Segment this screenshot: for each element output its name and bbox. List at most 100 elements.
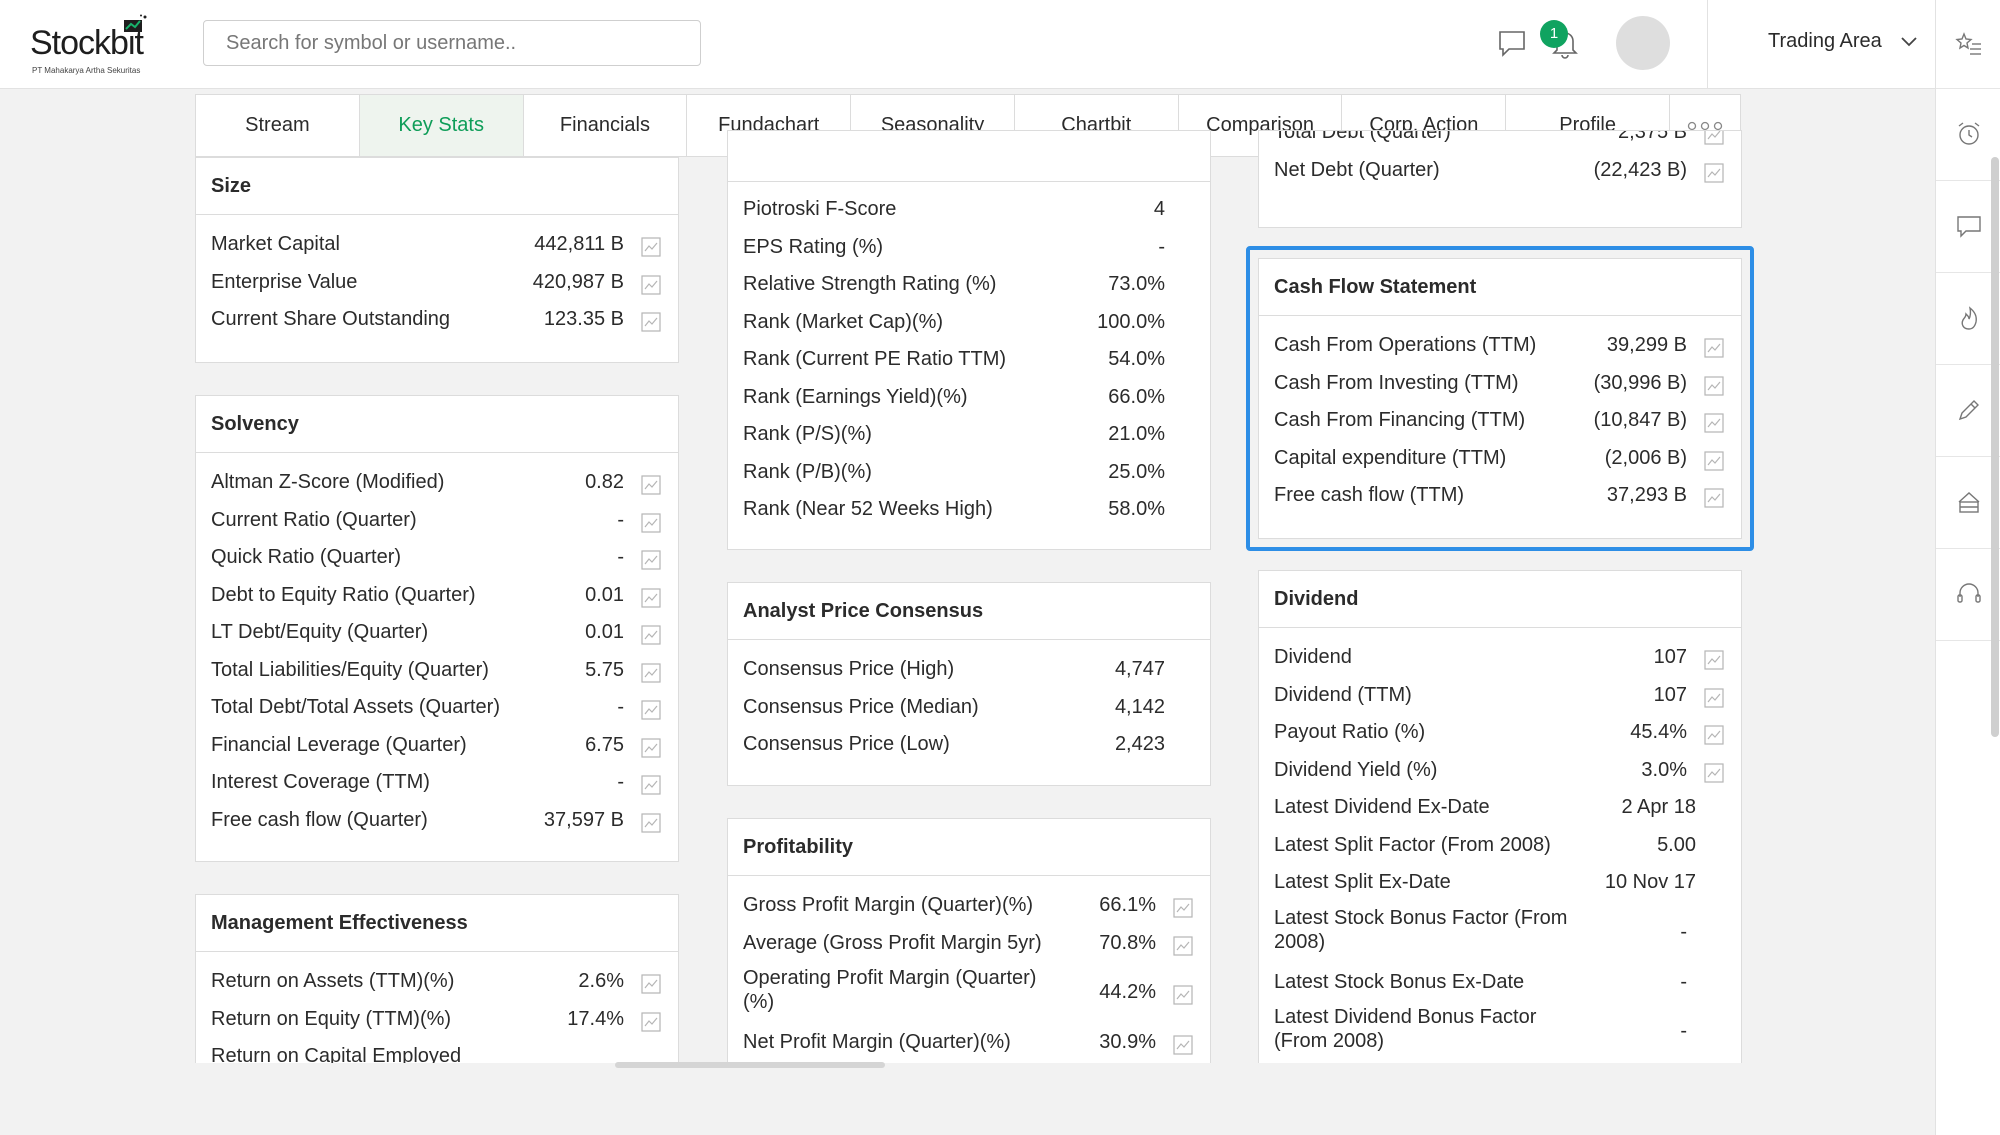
stat-label: Dividend [1274,646,1352,668]
search-input[interactable] [204,21,700,65]
sidebar-scrollbar[interactable] [1991,157,1999,737]
stat-row: Dividend 107 [1259,639,1741,677]
trading-area-label[interactable]: Trading Area [1768,30,1882,53]
card-title: Solvency [196,396,678,453]
stat-label: Relative Strength Rating (%) [743,273,997,295]
stat-value: 6.75 [585,733,624,756]
horizontal-scrollbar[interactable] [615,1062,885,1068]
chart-icon[interactable] [1704,687,1724,708]
stat-label: Piotroski F-Score [743,198,897,220]
chart-icon[interactable] [1704,725,1724,745]
chart-icon[interactable] [1704,650,1724,670]
chart-icon[interactable] [1173,935,1193,956]
inbox-icon [1958,492,1979,513]
stat-row: Interest Coverage (TTM) - [196,764,678,802]
message-icon [1956,216,1981,238]
bottom-area [0,1063,1935,1135]
stat-label: Consensus Price (High) [743,658,955,680]
stat-value: (22,423 B) [1593,158,1687,181]
chart-icon[interactable] [1173,985,1193,1005]
stat-row: Piotroski F-Score 4 [728,191,1210,229]
logo-subtext: PT Mahakarya Artha Sekuritas [32,66,141,75]
stat-value: - [1680,920,1687,943]
stat-row: Rank (Near 52 Weeks High) 58.0% [728,491,1210,529]
avatar[interactable] [1616,16,1670,70]
stat-label: Rank (Current PE Ratio TTM) [743,348,1007,370]
stat-value: 4,142 [1114,695,1165,718]
stat-label: Latest Stock Bonus Ex-Date [1274,970,1525,993]
stat-value: 4,747 [1114,658,1165,680]
stat-label: Rank (Earnings Yield)(%) [743,385,968,408]
stat-label: Dividend (TTM) [1274,683,1412,706]
stat-label: Market Capital [211,233,340,255]
card-title-cutoff [728,131,1210,182]
chart-icon[interactable] [1704,162,1724,183]
stat-value: 0.01 [585,621,624,643]
stat-label: Enterprise Value [211,270,358,293]
stat-label: Total Liabilities/Equity (Quarter) [211,658,489,681]
top-bar: Stockbit PT Mahakarya Artha Sekuritas 1 … [0,0,1935,89]
stat-value: 44.2% [1099,981,1156,1003]
tab-stream[interactable]: Stream [196,95,360,156]
chart-icon[interactable] [641,812,661,833]
chart-icon[interactable] [641,625,661,645]
chart-icon[interactable] [641,587,661,608]
pencil-icon [1958,400,1979,421]
chevron-down-icon[interactable] [1900,34,1918,48]
stat-row: Rank (P/B)(%) 25.0% [728,454,1210,492]
chart-icon[interactable] [1173,1035,1193,1055]
more-dots-icon [1687,121,1723,130]
stat-row: Total Liabilities/Equity (Quarter) 5.75 [196,652,678,690]
stat-value: 0.01 [585,583,624,606]
flame-icon [1961,306,1977,330]
stat-value: 21.0% [1108,423,1165,445]
chart-icon[interactable] [1173,898,1193,918]
stat-row: Return on Equity (TTM)(%) 17.4% [196,1001,678,1039]
stat-label: Latest Split Ex-Date [1274,871,1451,893]
chart-icon[interactable] [641,550,661,570]
stat-row: Operating Profit Margin (Quarter) (%) 44.… [728,962,1210,1024]
chart-icon[interactable] [1704,130,1724,145]
stat-label: Net Debt (Quarter) [1274,158,1440,181]
chart-icon[interactable] [641,512,661,533]
stat-value: 2,375 B [1618,130,1687,143]
chart-icon[interactable] [641,1011,661,1032]
chart-icon[interactable] [641,475,661,495]
stat-label: Latest Dividend Bonus Factor (From 2008) [1274,1006,1537,1052]
stat-row: Market Capital 442,811 B [196,226,678,264]
tab-key-stats[interactable]: Key Stats [359,95,524,156]
stat-value: 420,987 B [532,270,624,293]
stat-label: Rank (Market Cap)(%) [743,310,944,333]
stockbit-logo[interactable]: Stockbit PT Mahakarya Artha Sekuritas [30,14,160,78]
chat-icon[interactable] [1497,28,1527,58]
stat-value: 442,811 B [534,233,624,255]
stat-row: Average (Gross Profit Margin 5yr) 70.8% [728,925,1210,963]
dividend-card: Dividend Dividend 107 Dividend (TTM) 107 P… [1258,570,1742,1078]
chart-icon[interactable] [641,312,661,332]
stat-label: Altman Z-Score (Modified) [211,471,445,493]
stat-value: 37,597 B [543,808,624,831]
stat-row: Latest Split Ex-Date 10 Nov 17 [1259,864,1741,902]
stat-value: 0.82 [585,471,624,493]
stat-label: Rank (P/S)(%) [743,423,872,445]
watchlist-button[interactable] [1936,0,2000,89]
stat-label: EPS Rating (%) [743,235,884,258]
stat-value: 10 Nov 17 [1604,871,1696,893]
stat-label: Interest Coverage (TTM) [211,771,430,793]
chart-icon[interactable] [641,974,661,994]
tab-financials[interactable]: Financials [524,95,688,156]
stat-value: 2.6% [578,970,624,992]
chart-icon[interactable] [641,775,661,795]
card-title: Profitability [728,819,1210,876]
stat-row: LT Debt/Equity (Quarter) 0.01 [196,614,678,652]
chart-icon[interactable] [641,700,661,720]
divider [1707,0,1708,88]
chart-icon[interactable] [641,274,661,295]
ranking-rows: Piotroski F-Score 4 EPS Rating (%) - Relat… [728,182,1210,529]
chart-icon[interactable] [641,237,661,257]
chart-icon[interactable] [641,662,661,683]
chart-icon[interactable] [641,737,661,758]
search-box[interactable] [203,20,701,66]
chart-icon[interactable] [1704,762,1724,783]
stat-label: Latest Dividend Ex-Date [1274,796,1490,818]
